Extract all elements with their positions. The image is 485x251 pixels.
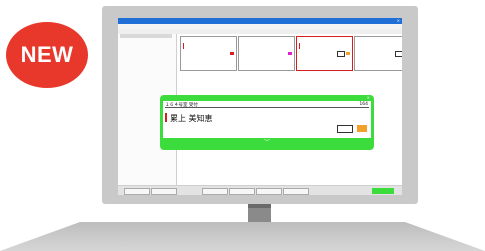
patient-card[interactable] — [238, 36, 295, 71]
popup-orange-tag — [357, 125, 367, 132]
reception-popup[interactable]: × １６４号室 受付 164 累上 美知恵 ﹀ — [160, 95, 374, 150]
card-tag — [346, 52, 350, 55]
statusbar-green-button[interactable] — [372, 188, 394, 194]
patient-card-selected[interactable] — [296, 36, 353, 71]
chevron-down-icon[interactable]: ﹀ — [160, 139, 374, 147]
new-badge: NEW — [6, 22, 88, 88]
statusbar-button[interactable] — [124, 188, 150, 195]
card-tag — [230, 52, 234, 55]
patient-card[interactable] — [180, 36, 237, 71]
statusbar-button[interactable] — [202, 188, 228, 195]
statusbar-button[interactable] — [151, 188, 177, 195]
screen: × × １６４号室 受付 164 累上 美知恵 ﹀ — [118, 18, 402, 195]
popup-body: １６４号室 受付 164 累上 美知恵 — [163, 101, 371, 138]
monitor: × × １６４号室 受付 164 累上 美知恵 ﹀ — [102, 6, 418, 204]
statusbar — [118, 185, 402, 195]
card-stamp — [337, 51, 345, 57]
monitor-base — [0, 222, 485, 251]
card-tag — [288, 52, 292, 55]
left-panel-tab[interactable] — [120, 34, 172, 38]
popup-divider — [165, 107, 369, 108]
card-stamp — [395, 51, 402, 57]
statusbar-button[interactable] — [229, 188, 255, 195]
new-badge-label: NEW — [20, 42, 74, 67]
statusbar-button[interactable] — [283, 188, 309, 195]
popup-stamp — [337, 125, 353, 133]
popup-red-bar — [165, 113, 167, 122]
popup-patient-name: 累上 美知恵 — [170, 114, 213, 123]
statusbar-button[interactable] — [256, 188, 282, 195]
card-color-bar — [183, 43, 184, 49]
card-color-bar — [299, 43, 300, 49]
patient-card[interactable] — [354, 36, 402, 71]
monitor-neck-shadow — [248, 204, 271, 208]
